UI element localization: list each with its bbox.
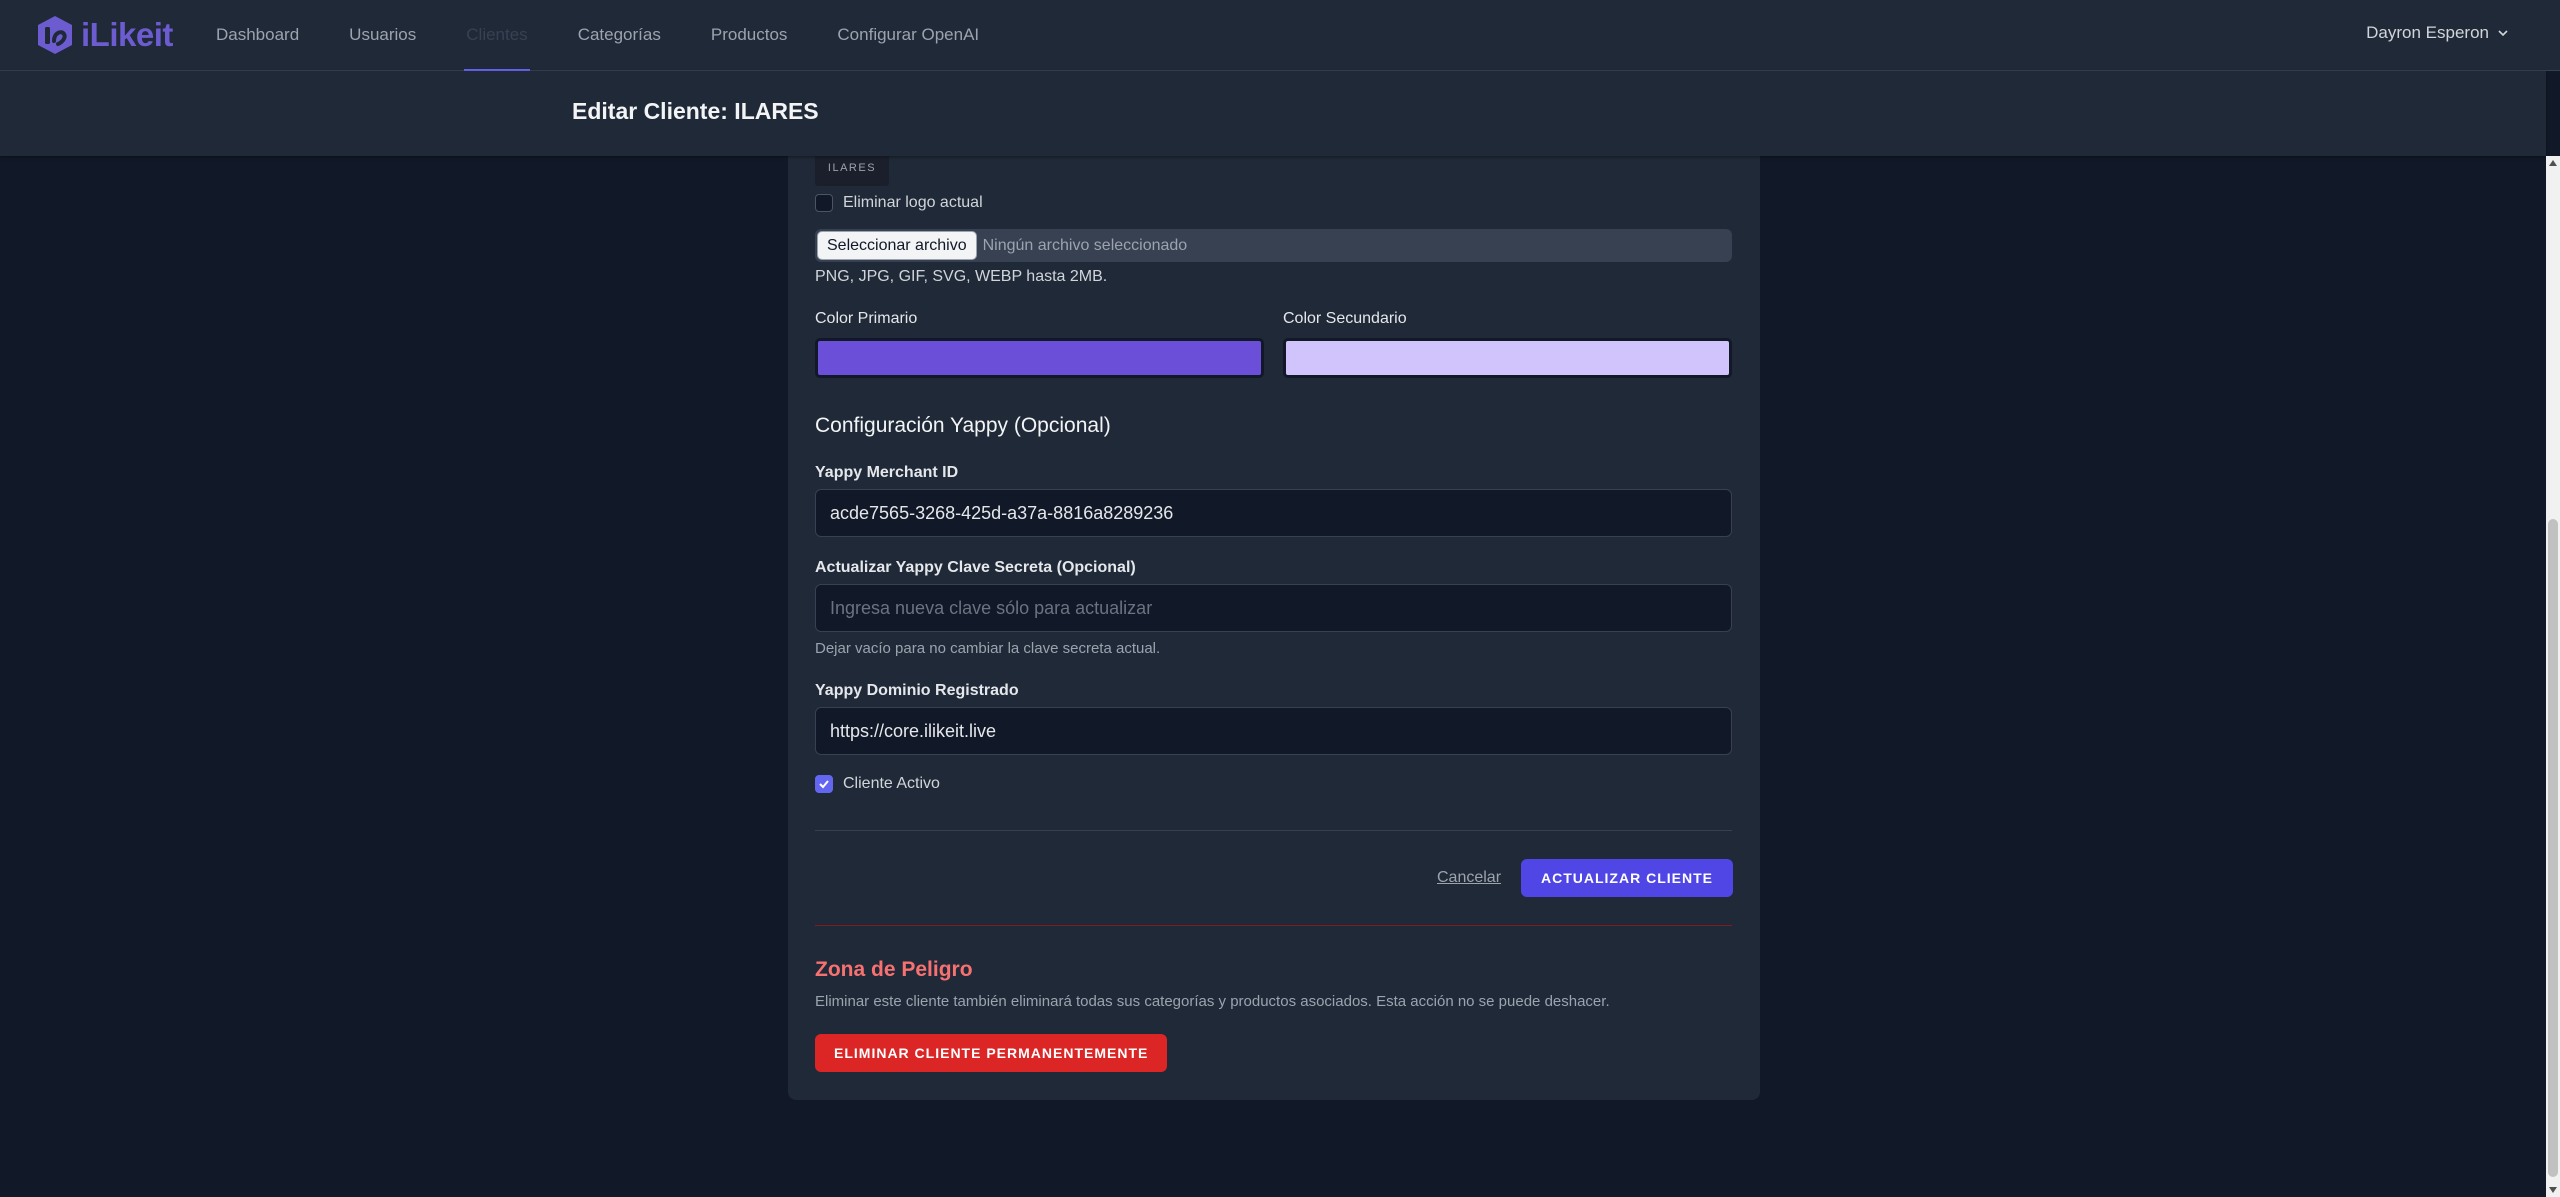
logo-preview-text: ILARES <box>827 162 877 174</box>
client-active-row[interactable]: Cliente Activo <box>815 775 940 793</box>
nav-links: Dashboard Usuarios Clientes Categorías P… <box>214 0 1027 71</box>
remove-logo-label: Eliminar logo actual <box>843 194 983 211</box>
nav-item-usuarios[interactable]: Usuarios <box>347 0 418 71</box>
cancel-link[interactable]: Cancelar <box>1437 869 1501 887</box>
scroll-thumb[interactable] <box>2548 519 2558 1177</box>
logo-mark-icon <box>38 16 72 54</box>
checkmark-icon <box>819 780 829 789</box>
secret-input[interactable] <box>815 584 1732 632</box>
yappy-section-title: Configuración Yappy (Opcional) <box>815 414 1111 437</box>
select-file-button[interactable]: Seleccionar archivo <box>817 231 977 260</box>
danger-divider <box>815 925 1732 926</box>
page-header: Editar Cliente: ILARES <box>0 71 2546 156</box>
brand-name: iLikeit <box>81 16 173 53</box>
client-active-checkbox[interactable] <box>815 775 833 793</box>
danger-zone-title: Zona de Peligro <box>815 958 973 981</box>
user-menu[interactable]: Dayron Esperon <box>2366 0 2509 66</box>
page-title: Editar Cliente: ILARES <box>572 98 819 124</box>
scroll-down-icon[interactable] <box>2549 1187 2557 1193</box>
secondary-color-label: Color Secundario <box>1283 310 1407 327</box>
client-active-label: Cliente Activo <box>843 775 940 792</box>
domain-input[interactable] <box>815 707 1732 755</box>
merchant-id-input[interactable] <box>815 489 1732 537</box>
nav-item-productos[interactable]: Productos <box>709 0 790 71</box>
logo-file-input[interactable]: Seleccionar archivo Ningún archivo selec… <box>815 229 1732 262</box>
nav-item-dashboard[interactable]: Dashboard <box>214 0 301 71</box>
secret-hint: Dejar vacío para no cambiar la clave sec… <box>815 640 1161 657</box>
merchant-id-label: Yappy Merchant ID <box>815 464 959 481</box>
primary-color-picker[interactable] <box>815 338 1264 378</box>
chevron-down-icon <box>2498 30 2508 37</box>
danger-zone-description: Eliminar este cliente también eliminará … <box>815 993 1610 1010</box>
secret-label: Actualizar Yappy Clave Secreta (Opcional… <box>815 559 1136 576</box>
nav-item-categorias[interactable]: Categorías <box>576 0 663 71</box>
nav-item-configurar-openai[interactable]: Configurar OpenAI <box>835 0 981 71</box>
file-status: Ningún archivo seleccionado <box>982 236 1188 254</box>
scroll-up-icon[interactable] <box>2549 160 2557 166</box>
primary-color-label: Color Primario <box>815 310 918 327</box>
remove-logo-checkbox[interactable] <box>815 194 833 212</box>
delete-client-button[interactable]: ELIMINAR CLIENTE PERMANENTEMENTE <box>815 1034 1168 1072</box>
top-navbar: iLikeit Dashboard Usuarios Clientes Cate… <box>0 0 2560 71</box>
secondary-color-picker[interactable] <box>1283 338 1732 378</box>
domain-label: Yappy Dominio Registrado <box>815 682 1019 699</box>
remove-logo-row[interactable]: Eliminar logo actual <box>815 194 983 212</box>
brand-logo[interactable]: iLikeit <box>35 12 173 58</box>
user-name: Dayron Esperon <box>2366 23 2489 42</box>
form-divider <box>815 830 1732 831</box>
page-scrollbar[interactable] <box>2546 156 2560 1197</box>
nav-item-clientes[interactable]: Clientes <box>464 0 530 71</box>
file-hint: PNG, JPG, GIF, SVG, WEBP hasta 2MB. <box>815 268 1108 285</box>
update-client-button[interactable]: ACTUALIZAR CLIENTE <box>1521 859 1733 897</box>
